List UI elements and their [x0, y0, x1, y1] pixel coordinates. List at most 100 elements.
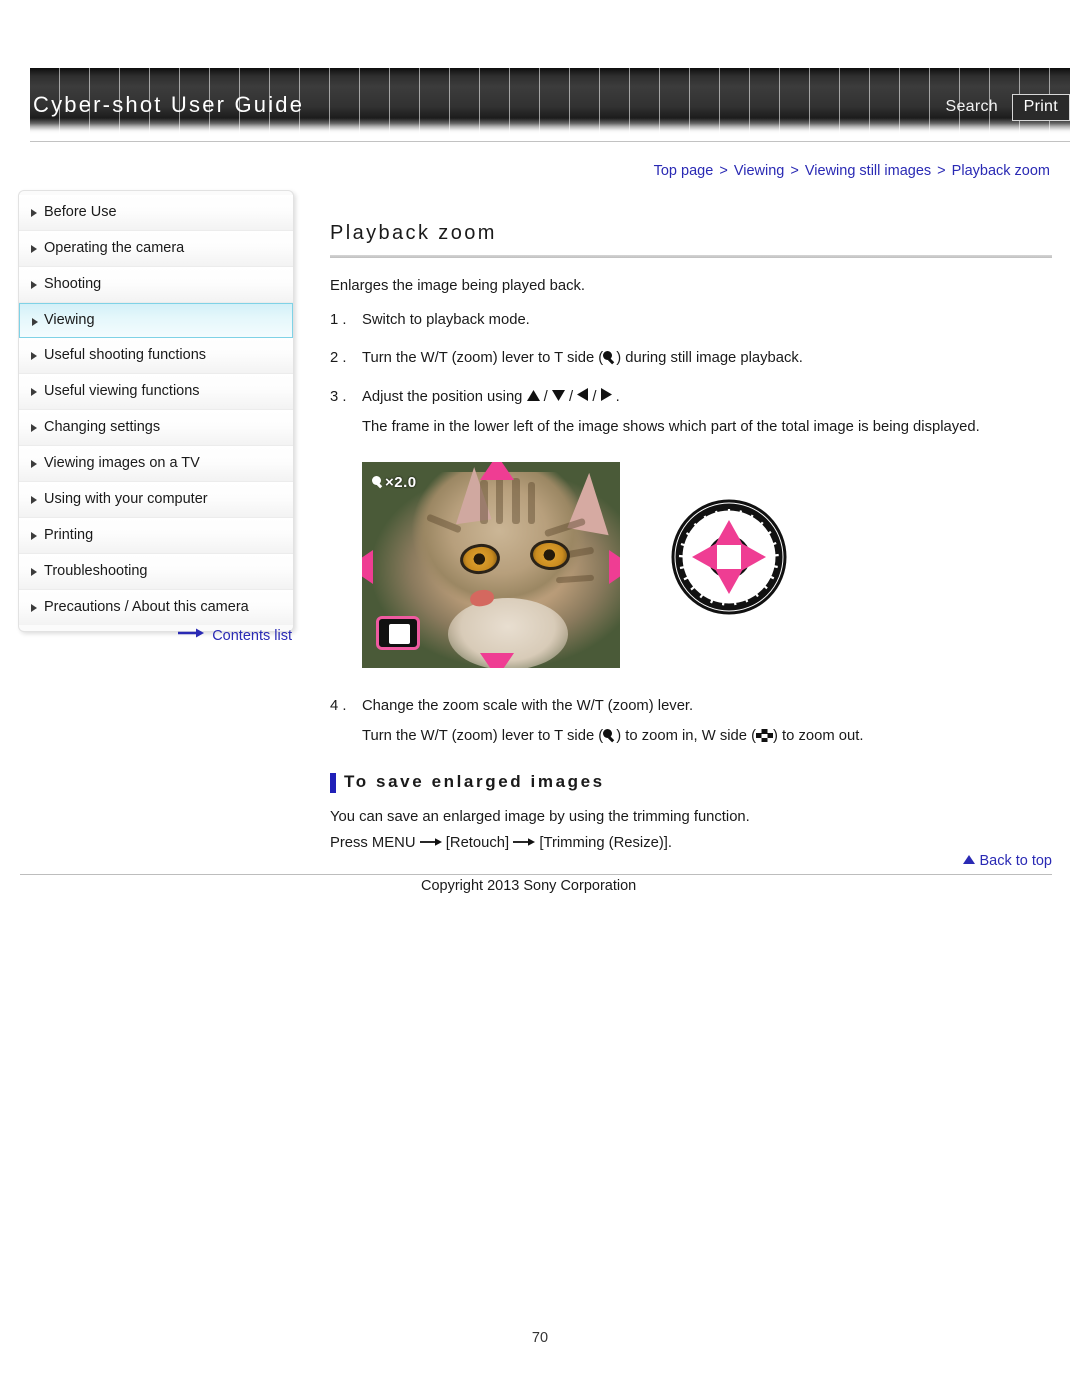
page-header: Cyber-shot User Guide Search Print	[0, 0, 1080, 150]
camera-screen-preview: ×2.0	[362, 461, 620, 668]
cat-stripe	[512, 477, 520, 524]
chevron-right-icon	[31, 281, 37, 289]
step-number: 2 .	[330, 350, 347, 367]
chevron-right-icon	[31, 496, 37, 504]
sidebar-item-using-with-your-computer[interactable]: Using with your computer	[19, 482, 293, 518]
sidebar-item-label: Viewing images on a TV	[44, 455, 200, 471]
zoom-scale-indicator: ×2.0	[372, 474, 417, 491]
step-text-after: .	[611, 388, 620, 405]
sidebar-item-precautions-about-this-camera[interactable]: Precautions / About this camera	[19, 590, 293, 625]
playback-zoom-figure: ×2.0	[330, 456, 1052, 684]
breadcrumb-separator: >	[790, 163, 799, 179]
step-text-after: ) during still image playback.	[616, 350, 803, 367]
zoom-scale-value: ×2.0	[385, 473, 417, 491]
right-triangle-icon	[600, 387, 612, 408]
title-divider	[330, 255, 1052, 258]
index-view-icon	[756, 729, 774, 743]
chevron-right-icon	[31, 245, 37, 253]
main-content: Playback zoom Enlarges the image being p…	[330, 222, 1052, 858]
cat-eye-left	[458, 541, 502, 576]
left-arrow-icon	[362, 549, 373, 584]
breadcrumb-item-viewing[interactable]: Viewing	[734, 163, 785, 179]
intro-paragraph: Enlarges the image being played back.	[330, 278, 586, 294]
sidebar-item-viewing-images-on-a-tv[interactable]: Viewing images on a TV	[19, 446, 293, 482]
sidebar-item-label: Troubleshooting	[44, 563, 148, 579]
breadcrumb-item-viewing-still-images[interactable]: Viewing still images	[805, 163, 931, 179]
sidebar-item-label: Useful viewing functions	[44, 383, 200, 399]
step-3: 3 . Adjust the position using / / / . Th…	[330, 387, 1052, 439]
sidebar-item-useful-shooting-functions[interactable]: Useful shooting functions	[19, 338, 293, 374]
left-triangle-icon	[577, 387, 589, 408]
step-number: 4 .	[330, 697, 347, 714]
print-button[interactable]: Print	[1011, 94, 1070, 121]
search-button[interactable]: Search	[946, 98, 999, 116]
breadcrumb-item-top-page[interactable]: Top page	[654, 163, 714, 179]
sidebar-item-label: Operating the camera	[44, 240, 185, 256]
chevron-right-icon	[31, 209, 37, 217]
arrow-right-icon	[513, 835, 539, 851]
copyright-text: Copyright 2013 Sony Corporation	[421, 878, 637, 894]
breadcrumb: Top page > Viewing > Viewing still image…	[330, 163, 1050, 179]
step-4-note-part3: ) to zoom out.	[773, 728, 864, 745]
subsection-line-1: You can save an enlarged image by using …	[330, 808, 750, 825]
step-4-note-part1: Turn the W/T (zoom) lever to T side (	[362, 728, 604, 745]
breadcrumb-separator: >	[937, 163, 946, 179]
contents-list-link[interactable]: Contents list	[18, 626, 292, 644]
sidebar-item-changing-settings[interactable]: Changing settings	[19, 410, 293, 446]
step-3-note: The frame in the lower left of the image…	[362, 419, 980, 436]
step-4: 4 . Change the zoom scale with the W/T (…	[330, 696, 1052, 748]
position-frame-icon	[376, 615, 420, 650]
chevron-right-icon	[31, 532, 37, 540]
step-text-before: Turn the W/T (zoom) lever to T side (	[362, 350, 604, 367]
chevron-right-icon	[31, 460, 37, 468]
sidebar-item-printing[interactable]: Printing	[19, 518, 293, 554]
triangle-up-icon	[963, 855, 976, 864]
chevron-right-icon	[32, 318, 38, 326]
menu-path-part-2: [Retouch]	[445, 834, 510, 851]
chevron-right-icon	[31, 424, 37, 432]
chevron-right-icon	[31, 604, 37, 612]
sidebar-item-operating-the-camera[interactable]: Operating the camera	[19, 231, 293, 267]
sidebar-item-label: Precautions / About this camera	[44, 599, 249, 615]
sidebar-item-label: Changing settings	[44, 419, 161, 435]
back-to-top-link[interactable]: Back to top	[330, 853, 1052, 869]
sidebar-item-useful-viewing-functions[interactable]: Useful viewing functions	[19, 374, 293, 410]
cat-eye-right	[529, 538, 571, 572]
chevron-right-icon	[31, 568, 37, 576]
sidebar-item-shooting[interactable]: Shooting	[19, 267, 293, 303]
footer-divider	[20, 874, 1052, 875]
sidebar-item-label: Useful shooting functions	[44, 347, 207, 363]
sidebar-item-label: Viewing	[44, 312, 95, 328]
step-2: 2 . Turn the W/T (zoom) lever to T side …	[330, 348, 1052, 369]
up-triangle-icon	[526, 387, 540, 408]
sidebar-item-label: Shooting	[44, 276, 102, 292]
cat-stripe	[480, 479, 488, 524]
sidebar-item-before-use[interactable]: Before Use	[19, 195, 293, 231]
header-bottom-fade	[30, 118, 1070, 134]
steps-list: 1 . Switch to playback mode. 2 . Turn th…	[330, 310, 1052, 439]
sidebar-item-label: Using with your computer	[44, 491, 208, 507]
step-4-note-part2: ) to zoom in, W side (	[616, 728, 757, 745]
page-title: Playback zoom	[330, 222, 497, 244]
chevron-right-icon	[31, 388, 37, 396]
breadcrumb-item-playback-zoom[interactable]: Playback zoom	[952, 163, 1050, 179]
contents-list-label: Contents list	[212, 628, 292, 644]
up-arrow-icon	[480, 461, 514, 480]
step-text: Switch to playback mode.	[362, 312, 530, 328]
chevron-right-icon	[31, 352, 37, 360]
right-arrow-icon	[609, 549, 620, 584]
magnifier-icon	[372, 475, 384, 489]
site-title: Cyber-shot User Guide	[33, 92, 305, 117]
subsection-title: To save enlarged images	[330, 772, 1052, 793]
down-arrow-icon	[480, 652, 514, 668]
sidebar-item-viewing[interactable]: Viewing	[19, 303, 293, 338]
sidebar-item-troubleshooting[interactable]: Troubleshooting	[19, 554, 293, 590]
step-4-note: Turn the W/T (zoom) lever to T side ( ) t…	[362, 726, 1052, 747]
arrow-right-icon	[178, 626, 205, 642]
header-divider	[30, 141, 1070, 142]
sidebar-item-label: Before Use	[44, 204, 117, 220]
step-text: Change the zoom scale with the W/T (zoom…	[362, 697, 694, 714]
menu-path-part-3: [Trimming (Resize)].	[539, 834, 672, 851]
menu-path-part-1: Press MENU	[330, 834, 416, 851]
arrow-right-icon	[419, 835, 446, 851]
